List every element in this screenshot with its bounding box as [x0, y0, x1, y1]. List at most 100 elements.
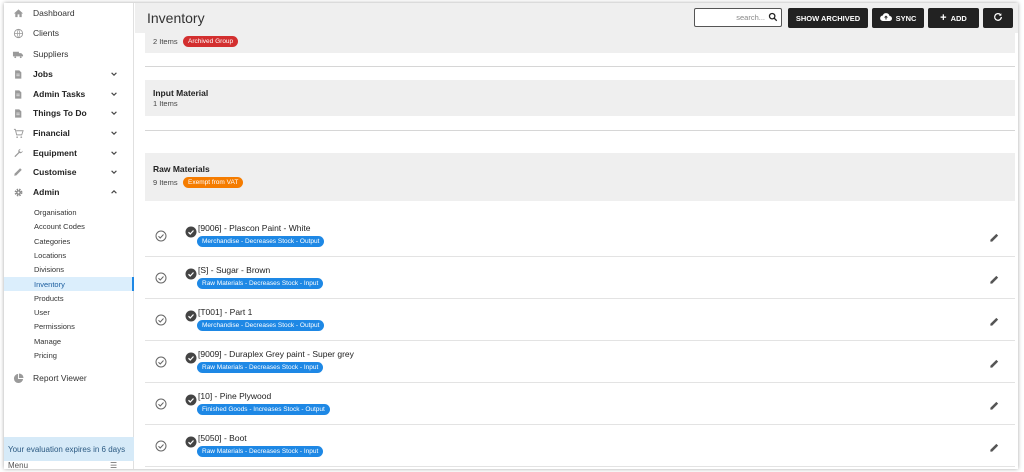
- sub-item-label: Divisions: [34, 264, 65, 274]
- sidebar-sub-locations[interactable]: Locations: [4, 248, 134, 262]
- sidebar-item-equipment[interactable]: Equipment: [4, 143, 134, 163]
- check-circle-outline-icon[interactable]: [155, 397, 167, 410]
- sidebar-sub-manage[interactable]: Manage: [4, 334, 134, 348]
- main-content: 2 Items Archived Group Input Material 1 …: [135, 3, 1018, 469]
- sidebar-item-things-to-do[interactable]: Things To Do: [4, 103, 134, 123]
- edit-pencil-icon[interactable]: [989, 440, 1000, 452]
- edit-pencil-icon[interactable]: [989, 314, 1000, 326]
- chevron-down-icon: [110, 109, 118, 117]
- item-type-badge: Raw Materials - Decreases Stock - Input: [197, 278, 324, 289]
- sidebar-item-admin-tasks[interactable]: Admin Tasks: [4, 84, 134, 104]
- check-circle-icon: [185, 435, 197, 448]
- inventory-row[interactable]: [9009] - Duraplex Grey paint - Super gre…: [145, 341, 1015, 383]
- sub-item-label: Products: [34, 293, 64, 303]
- chevron-down-icon: [110, 168, 118, 176]
- group-title: Raw Materials: [153, 164, 210, 174]
- sidebar-sub-organisation[interactable]: Organisation: [4, 205, 134, 219]
- refresh-button[interactable]: [983, 8, 1013, 28]
- sidebar-item-clients[interactable]: Clients: [4, 23, 134, 43]
- check-circle-outline-icon[interactable]: [155, 229, 167, 242]
- sidebar-item-customise[interactable]: Customise: [4, 162, 134, 182]
- chevron-down-icon: [110, 70, 118, 78]
- sidebar-item-label: Report Viewer: [33, 373, 87, 383]
- sidebar-item-financial[interactable]: Financial: [4, 123, 134, 143]
- inventory-row[interactable]: [S] - Sugar - Brown Raw Materials - Decr…: [145, 257, 1015, 299]
- sidebar-item-label: Things To Do: [33, 108, 87, 118]
- group-title: Input Material: [153, 88, 209, 98]
- sidebar-item-suppliers[interactable]: Suppliers: [4, 44, 134, 64]
- sidebar-sub-inventory[interactable]: Inventory: [4, 277, 134, 291]
- sidebar-sub-permissions[interactable]: Permissions: [4, 319, 134, 333]
- check-circle-outline-icon[interactable]: [155, 355, 167, 368]
- sub-item-label: Organisation: [34, 207, 77, 217]
- inventory-row[interactable]: [10] - Pine Plywood Finished Goods - Inc…: [145, 383, 1015, 425]
- edit-pencil-icon[interactable]: [989, 398, 1000, 410]
- item-name: [S] - Sugar - Brown: [198, 265, 271, 275]
- sidebar-item-dashboard[interactable]: Dashboard: [4, 3, 134, 23]
- search-input[interactable]: search...: [694, 8, 782, 27]
- menu-label: Menu: [8, 461, 29, 469]
- sync-label: SYNC: [895, 13, 917, 23]
- edit-pencil-icon[interactable]: [989, 272, 1000, 284]
- sidebar-item-label: Suppliers: [33, 49, 69, 59]
- sidebar-sub-pricing[interactable]: Pricing: [4, 348, 134, 362]
- check-circle-icon: [185, 309, 197, 322]
- home-icon: [12, 7, 24, 19]
- page-title: Inventory: [147, 10, 205, 26]
- chevron-down-icon: [110, 149, 118, 157]
- item-name: [5050] - Boot: [198, 433, 247, 443]
- globe-icon: [12, 27, 24, 39]
- sidebar-item-admin[interactable]: Admin: [4, 182, 134, 202]
- inventory-row[interactable]: [9006] - Plascon Paint - White Merchandi…: [145, 215, 1015, 257]
- header-bar: Inventory search... SHOW ARCHIVED SYNC +…: [135, 3, 1018, 33]
- show-archived-label: SHOW ARCHIVED: [795, 13, 861, 23]
- cart-icon: [12, 127, 24, 139]
- inventory-row[interactable]: [5050] - Boot Raw Materials - Decreases …: [145, 425, 1015, 467]
- sub-item-label: Locations: [34, 250, 67, 260]
- menu-icon: ☰: [110, 461, 118, 469]
- check-circle-outline-icon[interactable]: [155, 439, 167, 452]
- edit-pencil-icon[interactable]: [989, 230, 1000, 242]
- inventory-list: [9006] - Plascon Paint - White Merchandi…: [145, 215, 1015, 469]
- sidebar-sub-products[interactable]: Products: [4, 291, 134, 305]
- sidebar-item-label: Jobs: [33, 69, 53, 79]
- sidebar-sub-divisions[interactable]: Divisions: [4, 262, 134, 276]
- evaluation-banner[interactable]: Your evaluation expires in 6 days: [4, 437, 134, 461]
- item-name: [9009] - Duraplex Grey paint - Super gre…: [198, 349, 354, 359]
- check-circle-icon: [185, 393, 197, 406]
- group-count: 9 Items: [153, 178, 178, 187]
- sidebar-item-report-viewer[interactable]: Report Viewer: [4, 368, 134, 388]
- sidebar-item-jobs[interactable]: Jobs: [4, 64, 134, 84]
- truck-icon: [12, 48, 24, 60]
- sidebar-sub-account-codes[interactable]: Account Codes: [4, 219, 134, 233]
- sidebar-item-label: Dashboard: [33, 8, 75, 18]
- sidebar-item-label: Clients: [33, 28, 59, 38]
- pie-chart-icon: [12, 372, 24, 384]
- menu-toggle[interactable]: Menu ☰: [4, 461, 134, 469]
- add-button[interactable]: + ADD: [928, 8, 979, 28]
- inventory-row[interactable]: [T001] - Part 1 Merchandise - Decreases …: [145, 299, 1015, 341]
- pencil-icon: [12, 166, 24, 178]
- item-type-badge: Merchandise - Decreases Stock - Output: [197, 236, 325, 247]
- sub-item-label: Pricing: [34, 350, 57, 360]
- item-type-badge: Raw Materials - Decreases Stock - Input: [197, 362, 324, 373]
- sidebar-item-label: Admin Tasks: [33, 89, 86, 99]
- gear-icon: [12, 186, 24, 198]
- group-archived[interactable]: 2 Items Archived Group: [145, 33, 1015, 53]
- edit-pencil-icon[interactable]: [989, 356, 1000, 368]
- group-input-material[interactable]: Input Material 1 Items: [145, 80, 1015, 116]
- sidebar-sub-categories[interactable]: Categories: [4, 234, 134, 248]
- sync-button[interactable]: SYNC: [872, 8, 924, 28]
- cloud-upload-icon: [879, 12, 892, 24]
- sidebar-item-label: Admin: [33, 187, 60, 197]
- group-raw-materials[interactable]: Raw Materials 9 Items Exempt from VAT: [145, 153, 1015, 201]
- check-circle-outline-icon[interactable]: [155, 313, 167, 326]
- search-placeholder: search...: [736, 13, 765, 22]
- sub-item-label: Inventory: [34, 279, 65, 289]
- sidebar-sub-user[interactable]: User: [4, 305, 134, 319]
- item-name: [9006] - Plascon Paint - White: [198, 223, 311, 233]
- sub-item-label: Categories: [34, 236, 71, 246]
- sub-item-label: Manage: [34, 336, 62, 346]
- show-archived-button[interactable]: SHOW ARCHIVED: [788, 8, 868, 28]
- check-circle-outline-icon[interactable]: [155, 271, 167, 284]
